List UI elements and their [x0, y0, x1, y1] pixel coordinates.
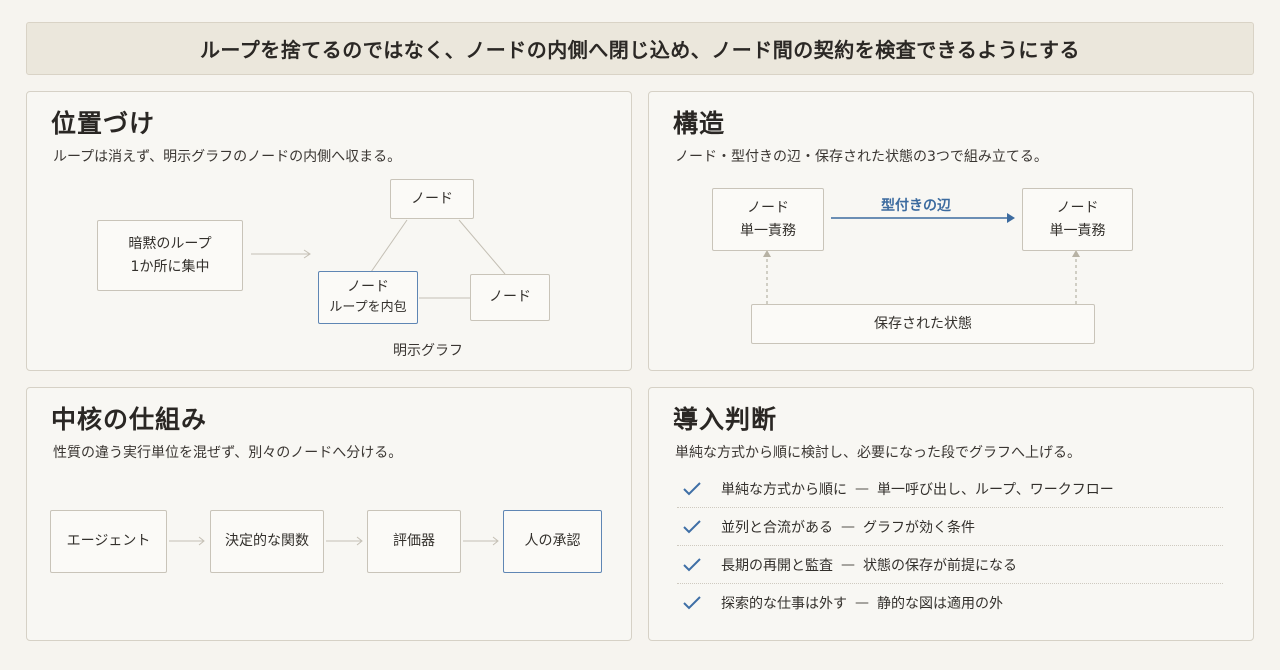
adoption-item-tail: グラフが効く条件 — [863, 519, 975, 536]
structure-node-right-line2: 単一責務 — [1049, 222, 1106, 239]
saved-state-label: 保存された状態 — [874, 315, 972, 332]
step-deterministic-function-label: 決定的な関数 — [225, 533, 309, 550]
adoption-item-sep: — — [841, 556, 855, 573]
adoption-item: 探索的な仕事は外す — 静的な図は適用の外 — [677, 584, 1223, 622]
step-evaluator: 評価器 — [367, 510, 461, 573]
graph-node-top: ノード — [390, 179, 474, 219]
adoption-item-sep: — — [855, 595, 869, 611]
typed-edge-label: 型付きの辺 — [881, 198, 951, 214]
adoption-item: 並列と合流がある — グラフが効く条件 — [677, 508, 1223, 546]
structure-node-right-line1: ノード — [1056, 200, 1099, 217]
graph-edge-top-right — [458, 219, 506, 275]
graph-node-top-label: ノード — [411, 190, 453, 207]
state-to-right-node-arrowhead — [1072, 250, 1080, 257]
graph-node-right-label: ノード — [489, 289, 531, 306]
structure-node-right: ノード 単一責務 — [1022, 188, 1133, 251]
adoption-panel: 導入判断 単純な方式から順に検討し、必要になった段でグラフへ上げる。 単純な方式… — [648, 387, 1254, 641]
adoption-item-tail: 状態の保存が前提になる — [863, 557, 1017, 574]
positioning-panel: 位置づけ ループは消えず、明示グラフのノードの内側へ収まる。 暗黙のループ 1か… — [26, 91, 632, 371]
adoption-item-tail: 単一呼び出し、ループ、ワークフロー — [877, 481, 1114, 498]
structure-node-left: ノード 単一責務 — [712, 188, 824, 251]
adoption-item-head: 並列と合流がある — [721, 519, 833, 536]
step-agent: エージェント — [50, 510, 167, 573]
graph-node-loop-line2: ループを内包 — [329, 300, 407, 316]
graph-node-right: ノード — [470, 274, 550, 321]
adoption-item-head: 長期の再開と監査 — [721, 557, 833, 574]
state-to-left-node-arrowhead — [763, 250, 771, 257]
core-panel: 中核の仕組み 性質の違う実行単位を混ぜず、別々のノードへ分ける。 エージェント … — [26, 387, 632, 641]
structure-node-left-line1: ノード — [747, 200, 789, 217]
adoption-item-head: 単純な方式から順に — [721, 481, 847, 498]
typed-edge-arrowhead — [1007, 213, 1015, 223]
adoption-item-sep: — — [841, 518, 855, 535]
adoption-item: 単純な方式から順に — 単一呼び出し、ループ、ワークフロー — [677, 470, 1223, 508]
implicit-loop-line2: 1か所に集中 — [130, 258, 210, 275]
explicit-graph-label: 明示グラフ — [393, 343, 463, 359]
check-icon — [677, 596, 721, 610]
check-icon — [677, 481, 721, 496]
graph-node-loop: ノード ループを内包 — [318, 271, 418, 324]
implicit-loop-line1: 暗黙のループ — [128, 236, 212, 253]
adoption-title: 導入判断 — [673, 405, 778, 434]
graph-node-loop-line1: ノード — [347, 278, 389, 295]
adoption-item-tail: 静的な図は適用の外 — [877, 596, 1003, 612]
adoption-item-sep: — — [855, 480, 869, 497]
graph-edge-top-left — [370, 219, 408, 273]
implicit-loop-box: 暗黙のループ 1か所に集中 — [97, 220, 243, 291]
adoption-item-head: 探索的な仕事は外す — [721, 596, 847, 612]
check-icon — [677, 519, 721, 534]
step-human-approval-label: 人の承認 — [524, 533, 581, 550]
structure-node-left-line2: 単一責務 — [740, 222, 796, 239]
saved-state-box: 保存された状態 — [751, 304, 1095, 344]
step-deterministic-function: 決定的な関数 — [210, 510, 324, 573]
adoption-item: 長期の再開と監査 — 状態の保存が前提になる — [677, 546, 1223, 584]
check-icon — [677, 557, 721, 572]
adoption-subtitle: 単純な方式から順に検討し、必要になった段でグラフへ上げる。 — [675, 445, 1081, 461]
step-agent-label: エージェント — [66, 533, 151, 550]
step-human-approval: 人の承認 — [503, 510, 602, 573]
header-banner: ループを捨てるのではなく、ノードの内側へ閉じ込め、ノード間の契約を検査できるよう… — [26, 22, 1254, 75]
step-evaluator-label: 評価器 — [393, 533, 435, 550]
structure-panel: 構造 ノード・型付きの辺・保存された状態の3つで組み立てる。 ノード 単一責務 … — [648, 91, 1254, 371]
